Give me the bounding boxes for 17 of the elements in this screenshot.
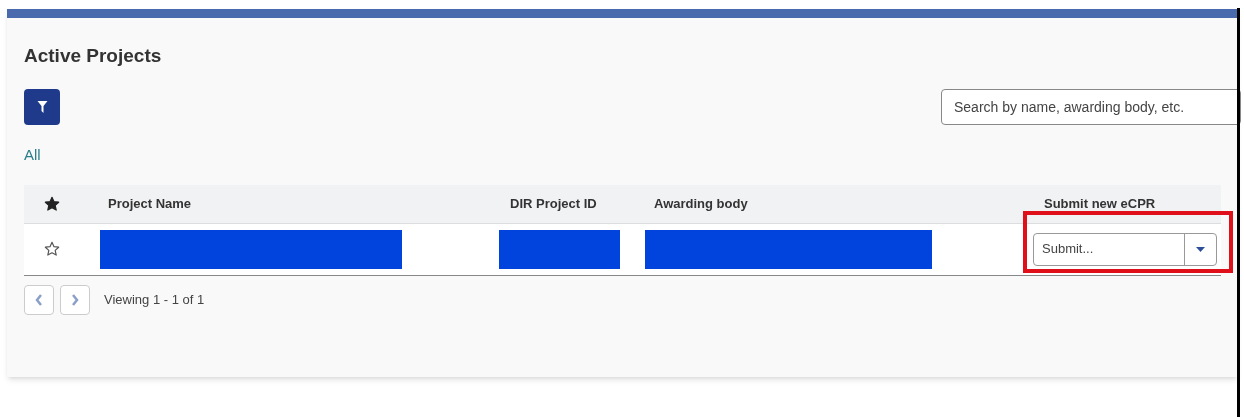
dropdown-placeholder: Submit...	[1041, 240, 1095, 259]
column-header: Project Name	[108, 195, 192, 211]
column-header: DIR Project ID	[510, 195, 597, 211]
filter-button[interactable]	[24, 88, 60, 125]
chevron-left-icon	[35, 293, 43, 306]
star-icon[interactable]	[44, 241, 60, 257]
column-header: Awarding body	[654, 195, 748, 211]
column-header: Submit new eCPR	[1044, 195, 1156, 211]
star-icon	[44, 195, 60, 212]
caret-icon	[1196, 246, 1205, 252]
submit-dropdown[interactable]: Submit...	[1033, 232, 1217, 266]
chevron-right-icon	[71, 293, 79, 306]
page-title: Active Projects	[24, 44, 163, 68]
filter-link[interactable]: All	[24, 145, 41, 163]
search-field[interactable]: Search by name, awarding body, etc.	[941, 88, 1241, 125]
pagination-status: Viewing 1 - 1 of 1	[104, 290, 205, 309]
filter-icon	[36, 100, 48, 113]
